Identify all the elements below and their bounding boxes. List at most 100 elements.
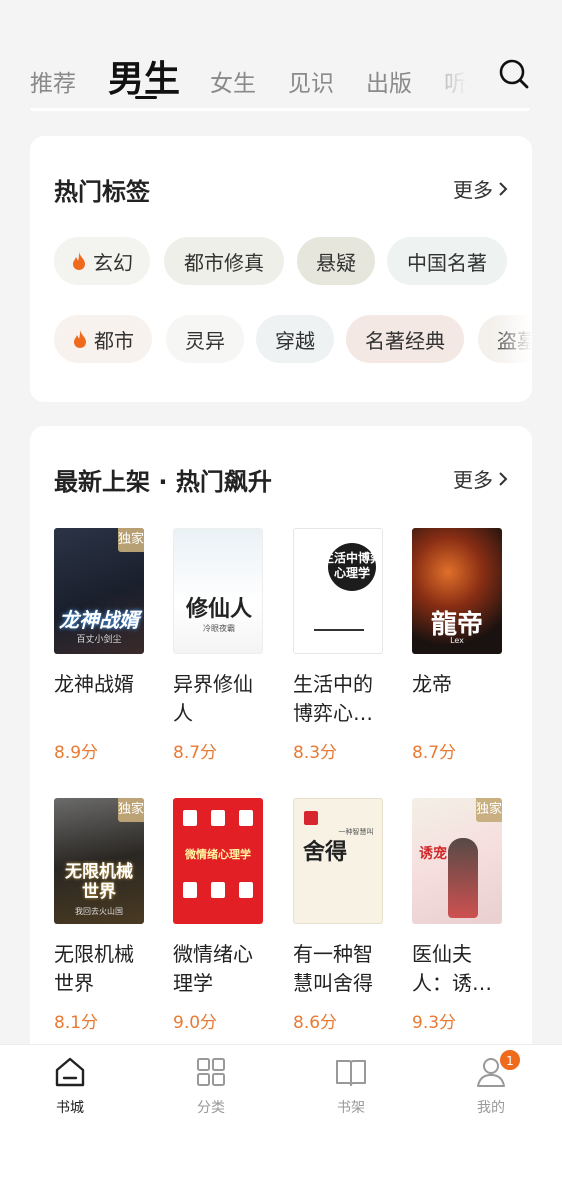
tab-female[interactable]: 女生 — [210, 64, 256, 98]
nav-profile[interactable]: 1 我的 — [451, 1045, 531, 1125]
exclusive-badge: 独家 — [118, 798, 144, 822]
flame-icon — [73, 252, 85, 270]
hot-tags-card: 热门标签 更多 玄幻 都市修真 悬疑 中国名著 都市 灵异 穿越 名著经典 — [30, 136, 532, 402]
book-item[interactable]: 无限机械世界 我回去火山国 独家 无限机械世界 8.1分 — [54, 798, 154, 1038]
book-cover: 修仙人 冷眼夜霸 — [173, 528, 263, 654]
nav-label: 书架 — [337, 1100, 365, 1116]
cover-author: 我回去火山国 — [75, 907, 123, 916]
book-score: 9.0分 — [173, 1013, 218, 1033]
book-title: 龙神战婿 — [54, 672, 134, 696]
cover-author: 冷眼夜霸 — [203, 624, 235, 633]
bottom-nav-bar: 书城 分类 书架 1 我的 — [0, 1044, 562, 1124]
cover-title: 生活中博弈心理学 — [322, 551, 383, 580]
book-title: 异界修仙人 — [173, 672, 253, 725]
book-title: 微情绪心理学 — [173, 942, 253, 995]
cover-author: 一种智慧叫 — [338, 828, 374, 836]
chip-row-fade — [492, 315, 532, 363]
book-icon — [336, 1060, 366, 1086]
cover-title: 舍得 — [302, 839, 347, 865]
tabs-bottom-edge — [30, 108, 530, 111]
nav-bookshelf[interactable]: 书架 — [311, 1045, 391, 1125]
search-icon — [499, 59, 529, 89]
nav-label: 分类 — [197, 1100, 225, 1116]
book-title: 有一种智慧叫舍得 — [293, 942, 373, 995]
book-item[interactable]: 生活中博弈心理学 生活中的博弈心理学 8.3分 — [293, 528, 393, 768]
cover-title: 龙神战婿 — [59, 608, 139, 632]
book-cover: 一种智慧叫 舍得 — [293, 798, 383, 924]
book-score: 9.3分 — [412, 1013, 457, 1033]
book-cover: 诱宠 独家 — [412, 798, 502, 924]
new-books-more-link[interactable]: 更多 — [453, 464, 508, 493]
grid-icon — [197, 1058, 225, 1086]
tab-recommend[interactable]: 推荐 — [30, 64, 76, 98]
safe-area-bottom — [0, 1124, 562, 1182]
book-item[interactable]: 龍帝 Lex 龙帝 8.7分 — [412, 528, 512, 768]
cover-title: 诱宠 — [419, 846, 447, 862]
book-score: 8.9分 — [54, 743, 99, 763]
book-title: 龙帝 — [412, 672, 452, 696]
book-title: 医仙夫人：诱宠小娇妻 — [412, 942, 492, 995]
flame-icon — [74, 330, 86, 348]
new-books-title: 最新上架 · 热门飙升 — [54, 468, 272, 496]
hot-tags-row-1: 玄幻 都市修真 悬疑 中国名著 — [54, 237, 532, 285]
more-label: 更多 — [453, 178, 493, 202]
search-button[interactable] — [496, 56, 532, 92]
cover-author: 百丈小剑尘 — [76, 635, 122, 645]
book-cover: 微情绪心理学 — [173, 798, 263, 924]
tab-publish[interactable]: 出版 — [366, 64, 412, 98]
nav-bookstore[interactable]: 书城 — [30, 1045, 110, 1125]
home-icon — [55, 1057, 85, 1087]
book-title: 生活中的博弈心理学 — [293, 672, 373, 725]
tag-chip[interactable]: 穿越 — [256, 315, 334, 363]
cover-rule — [314, 629, 364, 631]
new-books-card: 最新上架 · 热门飙升 更多 龙神战婿 百丈小剑尘 独家 龙神战婿 8.9分 修… — [30, 426, 532, 1066]
book-cover: 生活中博弈心理学 — [293, 528, 383, 654]
tag-chip[interactable]: 名著经典 — [346, 315, 464, 363]
hot-tags-more-link[interactable]: 更多 — [453, 174, 508, 203]
tag-chip[interactable]: 悬疑 — [297, 237, 375, 285]
book-cover: 龍帝 Lex — [412, 528, 502, 654]
book-item[interactable]: 微情绪心理学 微情绪心理学 9.0分 — [173, 798, 273, 1038]
exclusive-badge: 独家 — [476, 798, 502, 822]
tag-label: 都市 — [94, 328, 134, 353]
book-score: 8.6分 — [293, 1013, 338, 1033]
tag-label: 灵异 — [185, 328, 225, 353]
nav-category[interactable]: 分类 — [171, 1045, 251, 1125]
book-item[interactable]: 修仙人 冷眼夜霸 异界修仙人 8.7分 — [173, 528, 273, 768]
tab-male[interactable]: 男生 — [108, 50, 180, 102]
tag-chip[interactable]: 灵异 — [166, 315, 244, 363]
book-item[interactable]: 龙神战婿 百丈小剑尘 独家 龙神战婿 8.9分 — [54, 528, 154, 768]
book-title: 无限机械世界 — [54, 942, 134, 995]
tag-label: 悬疑 — [316, 250, 356, 275]
book-item[interactable]: 一种智慧叫 舍得 有一种智慧叫舍得 8.6分 — [293, 798, 393, 1038]
cover-title: 无限机械世界 — [65, 862, 133, 902]
active-tab-indicator — [135, 96, 157, 99]
cover-title: 修仙人 — [185, 596, 252, 622]
more-label: 更多 — [453, 468, 493, 492]
tag-chip[interactable]: 中国名著 — [387, 237, 507, 285]
tab-insight[interactable]: 见识 — [288, 64, 334, 98]
tabs-fade-overlay — [420, 40, 480, 110]
tag-label: 中国名著 — [407, 250, 487, 275]
book-cover: 龙神战婿 百丈小剑尘 独家 — [54, 528, 144, 654]
tag-chip[interactable]: 都市 — [54, 315, 152, 363]
notification-badge: 1 — [499, 1049, 521, 1071]
cover-author: Lex — [450, 636, 464, 645]
tag-label: 都市修真 — [184, 250, 264, 275]
tag-label: 玄幻 — [93, 250, 133, 275]
tag-chip[interactable]: 都市修真 — [164, 237, 284, 285]
book-score: 8.3分 — [293, 743, 338, 763]
book-score: 8.7分 — [412, 743, 457, 763]
nav-label: 书城 — [56, 1100, 84, 1116]
exclusive-badge: 独家 — [118, 528, 144, 552]
cover-faces-bottom — [183, 882, 253, 898]
tag-chip[interactable]: 玄幻 — [54, 237, 150, 285]
chevron-right-icon — [499, 181, 508, 196]
book-item[interactable]: 诱宠 独家 医仙夫人：诱宠小娇妻 9.3分 — [412, 798, 512, 1038]
cover-faces-top — [183, 810, 253, 826]
book-score: 8.1分 — [54, 1013, 99, 1033]
book-cover: 无限机械世界 我回去火山国 独家 — [54, 798, 144, 924]
book-score: 8.7分 — [173, 743, 218, 763]
nav-label: 我的 — [477, 1100, 505, 1116]
tag-label: 名著经典 — [365, 328, 445, 353]
